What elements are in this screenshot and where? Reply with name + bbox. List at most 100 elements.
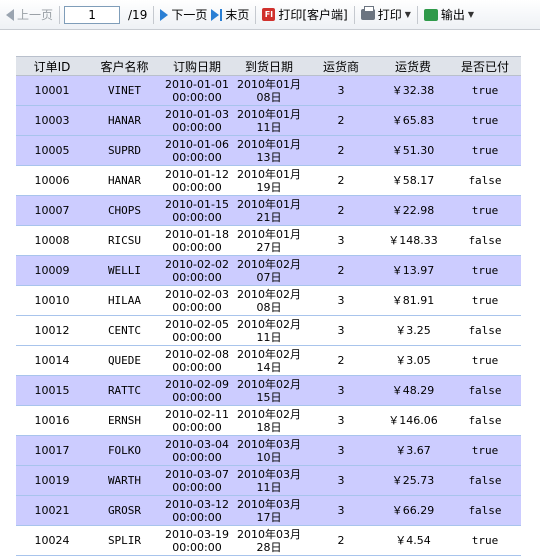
paid-cell: true [449,525,521,556]
order-id-text: 10001 [34,84,70,97]
order-date-cell: 2010-01-15 00:00:00 [161,195,233,226]
customer-text: HANAR [107,174,142,187]
arrival-date-cell: 2010年02月 14日 [233,345,305,376]
customer-text: VINET [107,84,142,97]
freight-text: ￥58.17 [391,174,435,187]
arrival-date-text: 2010年01月 [237,107,301,121]
customer-cell: VINET [88,75,161,106]
arrival-date-text: 10日 [256,450,282,464]
table-row: 10015 RATTC 2010-02-09 00:00:00 2010年02月 15日 3… [16,375,521,406]
customer-cell: HANAR [88,105,161,136]
order-date-text: 00:00:00 [172,540,222,554]
page-number-input[interactable] [64,5,121,24]
freight-text: ￥25.73 [391,474,435,487]
col-header-freight: 运货费 [377,56,449,76]
order-date-cell: 2010-03-04 00:00:00 [161,435,233,466]
order-id-cell: 10021 [16,495,88,526]
next-page-button[interactable]: 下一页 [158,4,209,26]
arrival-date-text: 13日 [256,150,282,164]
shipper-text: 2 [337,354,345,367]
print-client-button[interactable]: Fl 打印[客户端] [260,4,349,26]
order-id-text: 10024 [34,534,70,547]
freight-text: ￥13.97 [391,264,435,277]
shipper-text: 3 [337,294,345,307]
freight-cell: ￥3.67 [377,435,449,466]
customer-text: HILAA [107,294,142,307]
freight-cell: ￥146.06 [377,405,449,436]
order-id-cell: 10010 [16,285,88,316]
paid-text: true [471,444,499,457]
table-row: 10014 QUEDE 2010-02-08 00:00:00 2010年02月 14日 2… [16,345,521,376]
paid-text: true [471,204,499,217]
freight-cell: ￥66.29 [377,495,449,526]
paid-text: false [468,504,502,517]
toolbar-divider [255,5,257,24]
customer-text: RICSU [107,234,142,247]
freight-text: ￥3.05 [395,354,431,367]
customer-text: SUPRD [107,144,142,157]
order-date-text: 00:00:00 [172,180,222,194]
customer-cell: CHOPS [88,195,161,226]
freight-text: ￥48.29 [391,384,435,397]
freight-cell: ￥51.30 [377,135,449,166]
export-button[interactable]: 输出 ▼ [422,4,476,26]
order-date-text: 2010-03-12 [165,497,229,511]
order-id-cell: 10009 [16,255,88,286]
table-row: 10007 CHOPS 2010-01-15 00:00:00 2010年01月 21日 2… [16,195,521,226]
toolbar-divider [416,5,418,24]
toolbar-divider [153,5,155,24]
shipper-text: 3 [337,444,345,457]
freight-cell: ￥148.33 [377,225,449,256]
freight-cell: ￥81.91 [377,285,449,316]
order-date-cell: 2010-01-12 00:00:00 [161,165,233,196]
paid-cell: false [449,165,521,196]
order-id-text: 10007 [34,204,70,217]
order-date-text: 2010-01-01 [165,77,229,91]
freight-cell: ￥3.05 [377,345,449,376]
paid-cell: true [449,435,521,466]
paid-text: true [471,264,499,277]
table-row: 10005 SUPRD 2010-01-06 00:00:00 2010年01月 13日 2… [16,135,521,166]
prev-page-button[interactable]: 上一页 [4,4,55,26]
freight-cell: ￥65.83 [377,105,449,136]
last-page-button[interactable]: 末页 [209,4,251,26]
shipper-cell: 2 [305,525,377,556]
col-header-arrival-date: 到货日期 [233,56,305,76]
order-date-text: 2010-01-06 [165,137,229,151]
print-client-label: 打印[客户端] [278,8,348,22]
shipper-cell: 3 [305,375,377,406]
order-id-text: 10008 [34,234,70,247]
page-total: /19 [128,7,148,22]
chevron-down-icon: ▼ [467,10,475,19]
customer-cell: GROSR [88,495,161,526]
customer-text: HANAR [107,114,142,127]
arrival-date-cell: 2010年03月 11日 [233,465,305,496]
order-date-text: 2010-01-15 [165,197,229,211]
freight-text: ￥4.54 [395,534,431,547]
arrival-date-cell: 2010年02月 18日 [233,405,305,436]
paid-cell: false [449,405,521,436]
order-id-cell: 10024 [16,525,88,556]
order-date-cell: 2010-02-05 00:00:00 [161,315,233,346]
table-row: 10001 VINET 2010-01-01 00:00:00 2010年01月 08日 3… [16,75,521,106]
order-date-text: 00:00:00 [172,390,222,404]
export-icon [423,8,438,21]
arrival-date-cell: 2010年01月 11日 [233,105,305,136]
paid-cell: false [449,315,521,346]
print-button[interactable]: 打印 ▼ [359,4,413,26]
arrival-date-text: 2010年03月 [237,497,301,511]
arrival-date-text: 2010年01月 [237,77,301,91]
customer-text: WARTH [107,474,142,487]
order-date-text: 00:00:00 [172,150,222,164]
order-date-cell: 2010-03-07 00:00:00 [161,465,233,496]
order-date-text: 00:00:00 [172,210,222,224]
arrival-date-text: 11日 [256,480,282,494]
paid-cell: true [449,195,521,226]
shipper-text: 3 [337,84,345,97]
order-date-text: 2010-02-08 [165,347,229,361]
order-date-cell: 2010-01-01 00:00:00 [161,75,233,106]
table-row: 10017 FOLKO 2010-03-04 00:00:00 2010年03月 10日 3… [16,435,521,466]
paid-text: false [468,384,502,397]
shipper-text: 2 [337,204,345,217]
customer-text: FOLKO [107,444,142,457]
